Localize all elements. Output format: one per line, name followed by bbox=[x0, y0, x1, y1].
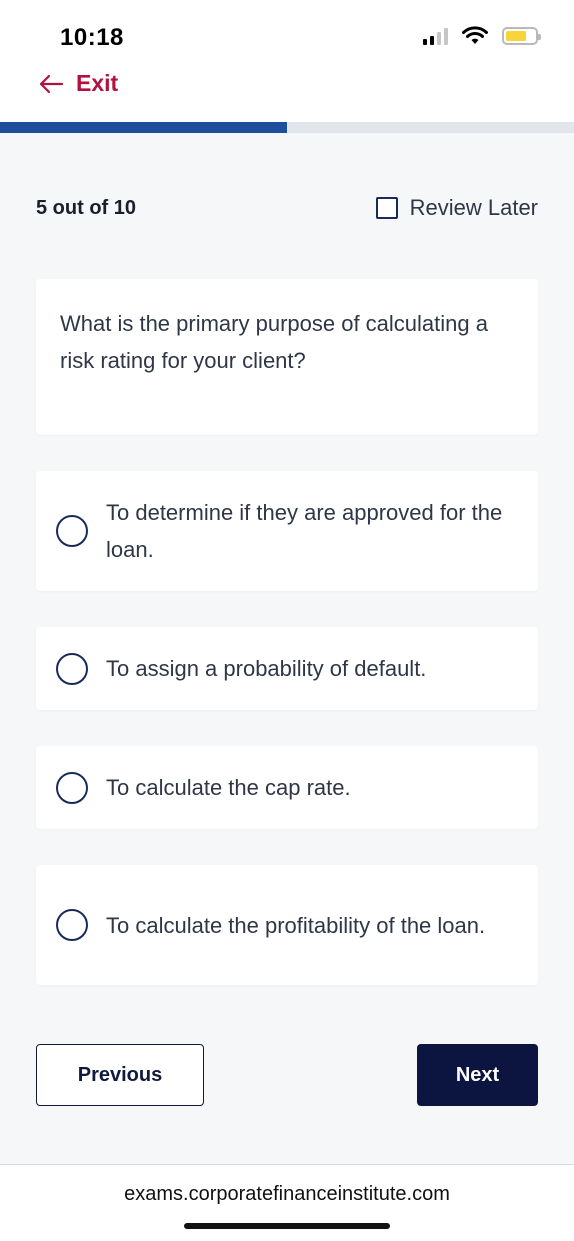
answer-option-label: To assign a probability of default. bbox=[106, 656, 427, 681]
exit-label: Exit bbox=[76, 70, 119, 96]
review-later-checkbox[interactable] bbox=[375, 197, 398, 219]
radio-button[interactable] bbox=[56, 909, 88, 941]
exit-button[interactable]: Exit bbox=[38, 70, 118, 97]
question-card: What is the primary purpose of calculati… bbox=[36, 279, 538, 435]
next-button[interactable]: Next bbox=[417, 1044, 538, 1106]
answer-option-4[interactable]: To calculate the profitability of the lo… bbox=[36, 865, 538, 985]
answer-option-label: To calculate the cap rate. bbox=[106, 775, 351, 800]
wifi-icon bbox=[462, 26, 488, 44]
status-icons bbox=[423, 26, 541, 46]
answer-option-label: To calculate the profitability of the lo… bbox=[106, 912, 486, 938]
home-indicator bbox=[184, 1223, 390, 1229]
review-later-label: Review Later bbox=[409, 195, 538, 220]
status-bar: 10:18 bbox=[0, 0, 574, 66]
header: Exit bbox=[0, 66, 574, 122]
answer-option-3[interactable]: To calculate the cap rate. bbox=[36, 746, 538, 829]
arrow-left-icon bbox=[39, 74, 64, 93]
counter-row: 5 out of 10 Review Later bbox=[36, 194, 538, 222]
battery-icon bbox=[502, 27, 541, 45]
progress-fill bbox=[0, 122, 287, 133]
previous-button[interactable]: Previous bbox=[36, 1044, 204, 1106]
question-counter: 5 out of 10 bbox=[36, 196, 137, 219]
radio-button[interactable] bbox=[56, 771, 88, 804]
review-later-toggle[interactable]: Review Later bbox=[375, 195, 538, 221]
progress-bar bbox=[0, 122, 574, 133]
status-time: 10:18 bbox=[60, 24, 124, 51]
answer-option-2[interactable]: To assign a probability of default. bbox=[36, 627, 538, 710]
answer-option-1[interactable]: To determine if they are approved for th… bbox=[36, 471, 538, 591]
answer-option-label: To determine if they are approved for th… bbox=[106, 500, 503, 562]
radio-button[interactable] bbox=[56, 515, 88, 547]
browser-url-bar[interactable]: exams.corporatefinanceinstitute.com bbox=[0, 1164, 574, 1241]
radio-button[interactable] bbox=[56, 652, 88, 685]
question-text: What is the primary purpose of calculati… bbox=[60, 311, 488, 373]
url-text: exams.corporatefinanceinstitute.com bbox=[124, 1183, 450, 1205]
signal-icon bbox=[423, 27, 448, 45]
